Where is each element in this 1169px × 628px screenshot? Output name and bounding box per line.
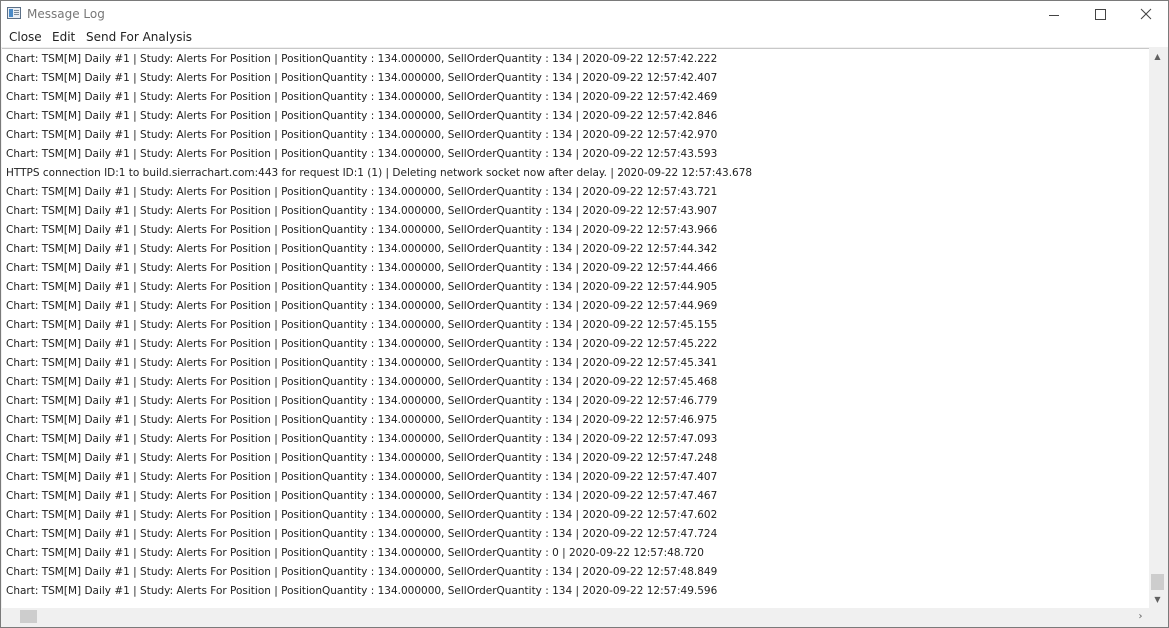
scroll-right-arrow-icon[interactable]: › [1132, 608, 1149, 625]
log-entry: HTTPS connection ID:1 to build.sierracha… [6, 167, 753, 179]
log-entry: Chart: TSM[M] Daily #1 | Study: Alerts F… [6, 585, 718, 597]
log-entry: Chart: TSM[M] Daily #1 | Study: Alerts F… [6, 205, 718, 217]
log-entry: Chart: TSM[M] Daily #1 | Study: Alerts F… [6, 509, 718, 521]
maximize-button[interactable] [1077, 1, 1123, 27]
scrollbar-corner [1149, 608, 1166, 625]
menu-send-for-analysis[interactable]: Send For Analysis [86, 30, 192, 44]
log-entry: Chart: TSM[M] Daily #1 | Study: Alerts F… [6, 319, 718, 331]
horizontal-scrollbar[interactable]: › [2, 608, 1149, 625]
message-log-list[interactable]: Chart: TSM[M] Daily #1 | Study: Alerts F… [2, 48, 1149, 609]
minimize-icon [1049, 14, 1059, 16]
log-entry: Chart: TSM[M] Daily #1 | Study: Alerts F… [6, 300, 718, 312]
title-bar[interactable]: Message Log [1, 1, 1168, 27]
log-entry: Chart: TSM[M] Daily #1 | Study: Alerts F… [6, 547, 704, 559]
scroll-down-arrow-icon[interactable]: ▼ [1149, 591, 1166, 608]
log-entry: Chart: TSM[M] Daily #1 | Study: Alerts F… [6, 110, 718, 122]
vertical-scroll-thumb[interactable] [1151, 574, 1164, 590]
log-entry: Chart: TSM[M] Daily #1 | Study: Alerts F… [6, 357, 718, 369]
minimize-button[interactable] [1031, 1, 1077, 27]
window-title: Message Log [27, 7, 105, 21]
log-entry: Chart: TSM[M] Daily #1 | Study: Alerts F… [6, 72, 718, 84]
log-entry: Chart: TSM[M] Daily #1 | Study: Alerts F… [6, 452, 718, 464]
log-entry: Chart: TSM[M] Daily #1 | Study: Alerts F… [6, 91, 718, 103]
maximize-icon [1094, 8, 1106, 20]
close-window-button[interactable] [1123, 1, 1169, 27]
close-x-icon [1140, 8, 1152, 20]
log-entry: Chart: TSM[M] Daily #1 | Study: Alerts F… [6, 471, 718, 483]
log-entry: Chart: TSM[M] Daily #1 | Study: Alerts F… [6, 243, 718, 255]
log-entry: Chart: TSM[M] Daily #1 | Study: Alerts F… [6, 186, 718, 198]
log-entry: Chart: TSM[M] Daily #1 | Study: Alerts F… [6, 281, 718, 293]
log-entry: Chart: TSM[M] Daily #1 | Study: Alerts F… [6, 224, 718, 236]
log-entry: Chart: TSM[M] Daily #1 | Study: Alerts F… [6, 53, 718, 65]
log-entry: Chart: TSM[M] Daily #1 | Study: Alerts F… [6, 414, 718, 426]
log-entry: Chart: TSM[M] Daily #1 | Study: Alerts F… [6, 395, 718, 407]
log-entry: Chart: TSM[M] Daily #1 | Study: Alerts F… [6, 528, 718, 540]
menu-close[interactable]: Close [9, 30, 42, 44]
horizontal-scroll-thumb[interactable] [20, 610, 37, 623]
log-entry: Chart: TSM[M] Daily #1 | Study: Alerts F… [6, 262, 718, 274]
log-entry: Chart: TSM[M] Daily #1 | Study: Alerts F… [6, 148, 718, 160]
log-entry: Chart: TSM[M] Daily #1 | Study: Alerts F… [6, 490, 718, 502]
vertical-scrollbar[interactable]: ▲ ▼ [1149, 48, 1166, 608]
scroll-up-arrow-icon[interactable]: ▲ [1149, 48, 1166, 65]
menu-bar: Close Edit Send For Analysis [1, 27, 1168, 47]
log-entry: Chart: TSM[M] Daily #1 | Study: Alerts F… [6, 376, 718, 388]
log-entry: Chart: TSM[M] Daily #1 | Study: Alerts F… [6, 433, 718, 445]
app-icon [7, 7, 21, 19]
log-entry: Chart: TSM[M] Daily #1 | Study: Alerts F… [6, 129, 718, 141]
log-entry: Chart: TSM[M] Daily #1 | Study: Alerts F… [6, 338, 718, 350]
log-entry: Chart: TSM[M] Daily #1 | Study: Alerts F… [6, 566, 718, 578]
menu-edit[interactable]: Edit [52, 30, 75, 44]
